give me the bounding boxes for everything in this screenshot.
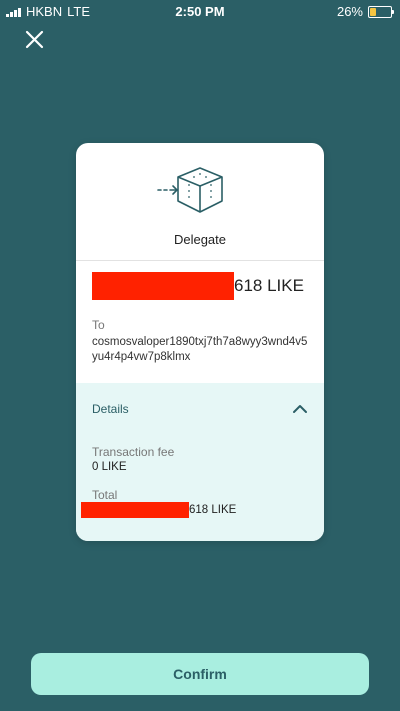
battery-percent: 26% [336, 4, 363, 19]
battery-icon [368, 5, 394, 18]
redacted-total [81, 502, 189, 518]
status-right: 26% [336, 4, 394, 19]
to-label: To [92, 318, 105, 332]
total-value: 618 LIKE [189, 504, 237, 516]
amount-row: 618 LIKE [92, 272, 304, 300]
action-title: Delegate [173, 232, 227, 247]
validator-address: cosmosvaloper1890txj7th7a8wyy3wnd4v5yu4r… [92, 336, 308, 363]
total-row: 618 LIKE [81, 502, 236, 518]
total-label: Total [92, 488, 118, 502]
close-button[interactable] [22, 27, 48, 53]
details-section: Details Transaction fee 0 LIKE Total 618… [76, 383, 324, 541]
transaction-card: Delegate 618 LIKE To cosmosvaloper1890tx… [76, 143, 324, 541]
close-icon [25, 30, 44, 49]
chevron-up-icon [293, 405, 307, 413]
fee-label: Transaction fee [92, 445, 175, 459]
fee-value: 0 LIKE [92, 461, 127, 473]
confirm-button[interactable]: Confirm [31, 653, 369, 695]
card-header: Delegate [76, 143, 324, 261]
amount-value: 618 LIKE [234, 276, 304, 295]
redacted-amount [92, 272, 234, 300]
status-bar: HKBN LTE 2:50 PM 26% [0, 0, 400, 22]
details-toggle[interactable]: Details [76, 383, 324, 435]
details-title: Details [92, 402, 129, 416]
delegate-box-icon [157, 167, 223, 213]
